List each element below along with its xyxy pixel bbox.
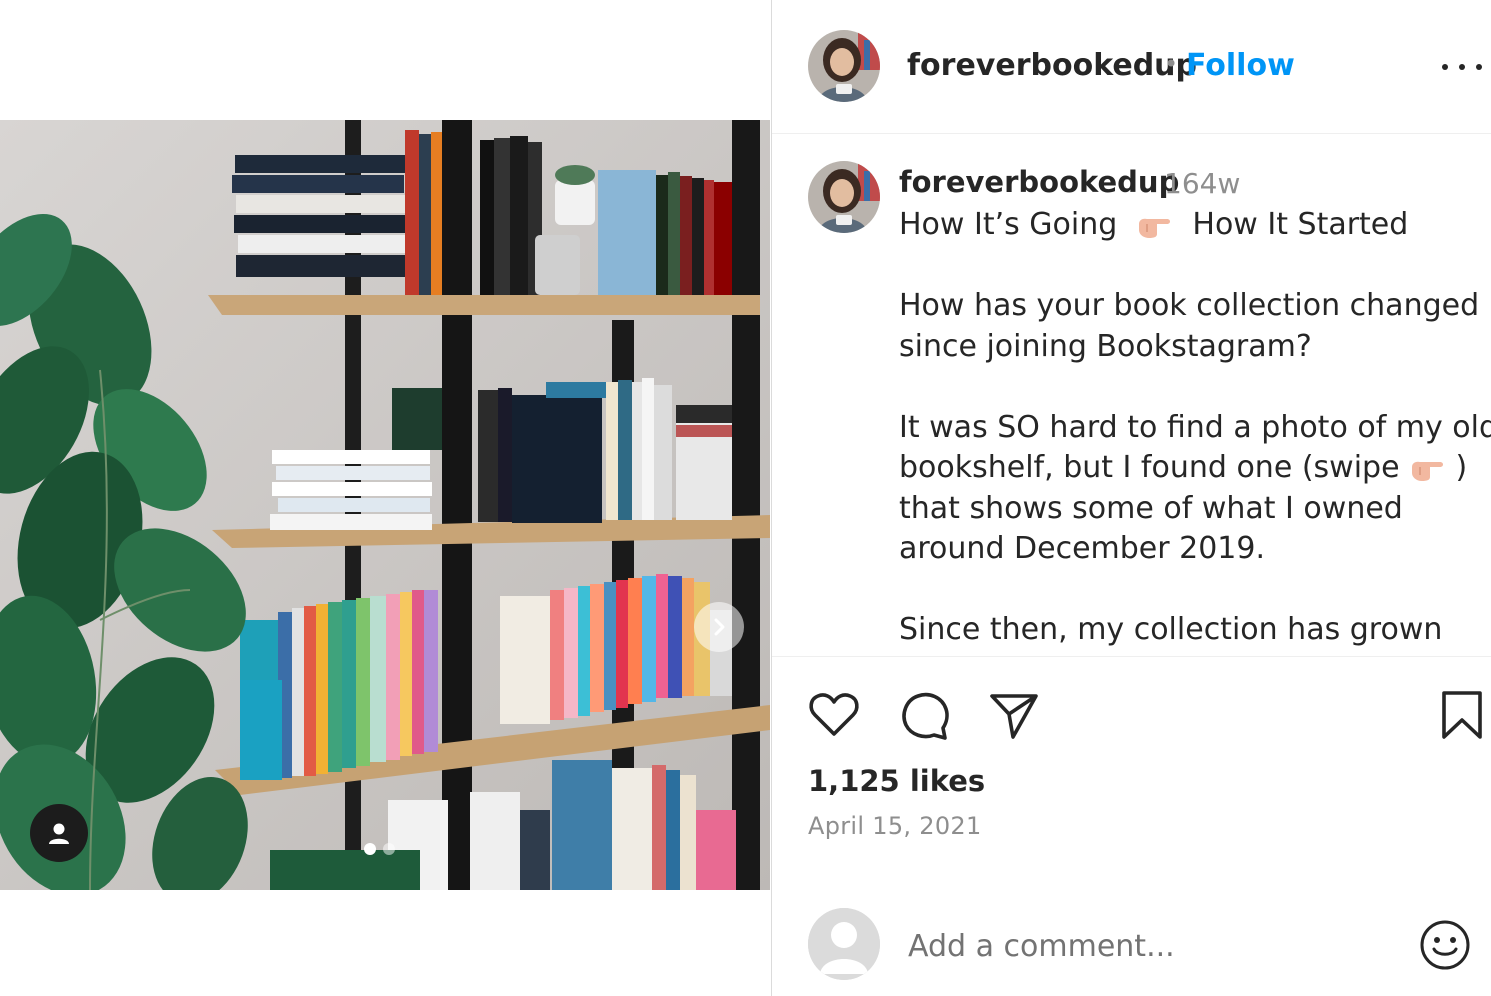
caption-username[interactable]: foreverbookedup — [899, 165, 1179, 199]
caption-paragraph-1: How has your book collection changed sin… — [899, 286, 1479, 367]
caption-line-1: How It’s Going How It Started — [899, 205, 1479, 246]
follow-button[interactable]: Follow — [1186, 48, 1295, 83]
post-date[interactable]: April 15, 2021 — [808, 812, 982, 840]
comment-button[interactable] — [896, 687, 956, 747]
avatar-image — [808, 30, 880, 102]
carousel-dot-active — [364, 843, 376, 855]
caption-text-line: since joining Bookstagram? — [899, 328, 1312, 364]
action-bar — [772, 657, 1491, 767]
carousel-next-button[interactable] — [694, 602, 744, 652]
pointing-right-hand-icon — [1138, 218, 1170, 238]
comment-bubble-icon — [902, 692, 949, 740]
media-pane — [0, 0, 771, 996]
post-side-pane: foreverbookedup • Follow foreverbookedup… — [772, 0, 1491, 996]
share-button[interactable] — [986, 687, 1046, 747]
caption-text: How It’s Going How It Started How has yo… — [899, 205, 1491, 656]
post-photo-bookshelf[interactable] — [0, 120, 770, 890]
save-button[interactable] — [1434, 687, 1491, 747]
author-avatar[interactable] — [808, 30, 880, 102]
caption-text-line: It was SO hard to find a photo of my old — [899, 409, 1491, 445]
caption-text-going: How It’s Going — [899, 207, 1118, 242]
caption-text-line: that shows some of what I owned — [899, 490, 1403, 526]
user-tag-icon — [49, 823, 69, 844]
emoji-picker-button[interactable] — [1418, 918, 1472, 972]
avatar-image — [808, 161, 880, 233]
carousel-indicator — [364, 843, 395, 855]
carousel-dot — [383, 843, 395, 855]
caption-text-line: around December 2019. — [899, 531, 1266, 566]
caption-timestamp[interactable]: 164w — [1164, 167, 1240, 200]
bookmark-icon — [1442, 691, 1482, 739]
caption-section: foreverbookedup 164w How It’s Going How … — [772, 135, 1491, 657]
pointing-right-hand-icon — [1411, 461, 1443, 481]
comment-bar — [772, 888, 1491, 996]
heart-icon — [809, 693, 859, 736]
post-header: foreverbookedup • Follow — [772, 0, 1491, 134]
caption-text-line: How has your book collection changed — [899, 288, 1480, 323]
more-options-icon[interactable] — [1442, 52, 1482, 82]
author-username[interactable]: foreverbookedup — [907, 48, 1197, 83]
likes-count[interactable]: 1,125 likes — [808, 764, 985, 798]
caption-paragraph-3: Since then, my collection has grown — [899, 610, 1479, 651]
default-avatar-icon — [808, 908, 880, 980]
separator-dot: • — [1164, 50, 1179, 78]
smiley-icon — [1420, 920, 1470, 970]
caption-text-line: ) — [1455, 450, 1468, 485]
current-user-avatar — [808, 908, 880, 980]
paper-plane-icon — [990, 694, 1038, 739]
tagged-users-button[interactable] — [30, 804, 88, 862]
bookshelf-illustration — [0, 120, 770, 890]
caption-text-line: Since then, my collection has grown — [899, 612, 1443, 647]
chevron-right-icon — [714, 618, 725, 636]
comment-input[interactable] — [908, 924, 1408, 968]
caption-paragraph-2: It was SO hard to find a photo of my old… — [899, 408, 1491, 570]
like-button[interactable] — [806, 687, 866, 747]
caption-text-line: bookshelf, but I found one (swipe — [899, 450, 1400, 485]
caption-text-started: How It Started — [1192, 207, 1409, 242]
caption-author-avatar[interactable] — [808, 161, 880, 233]
